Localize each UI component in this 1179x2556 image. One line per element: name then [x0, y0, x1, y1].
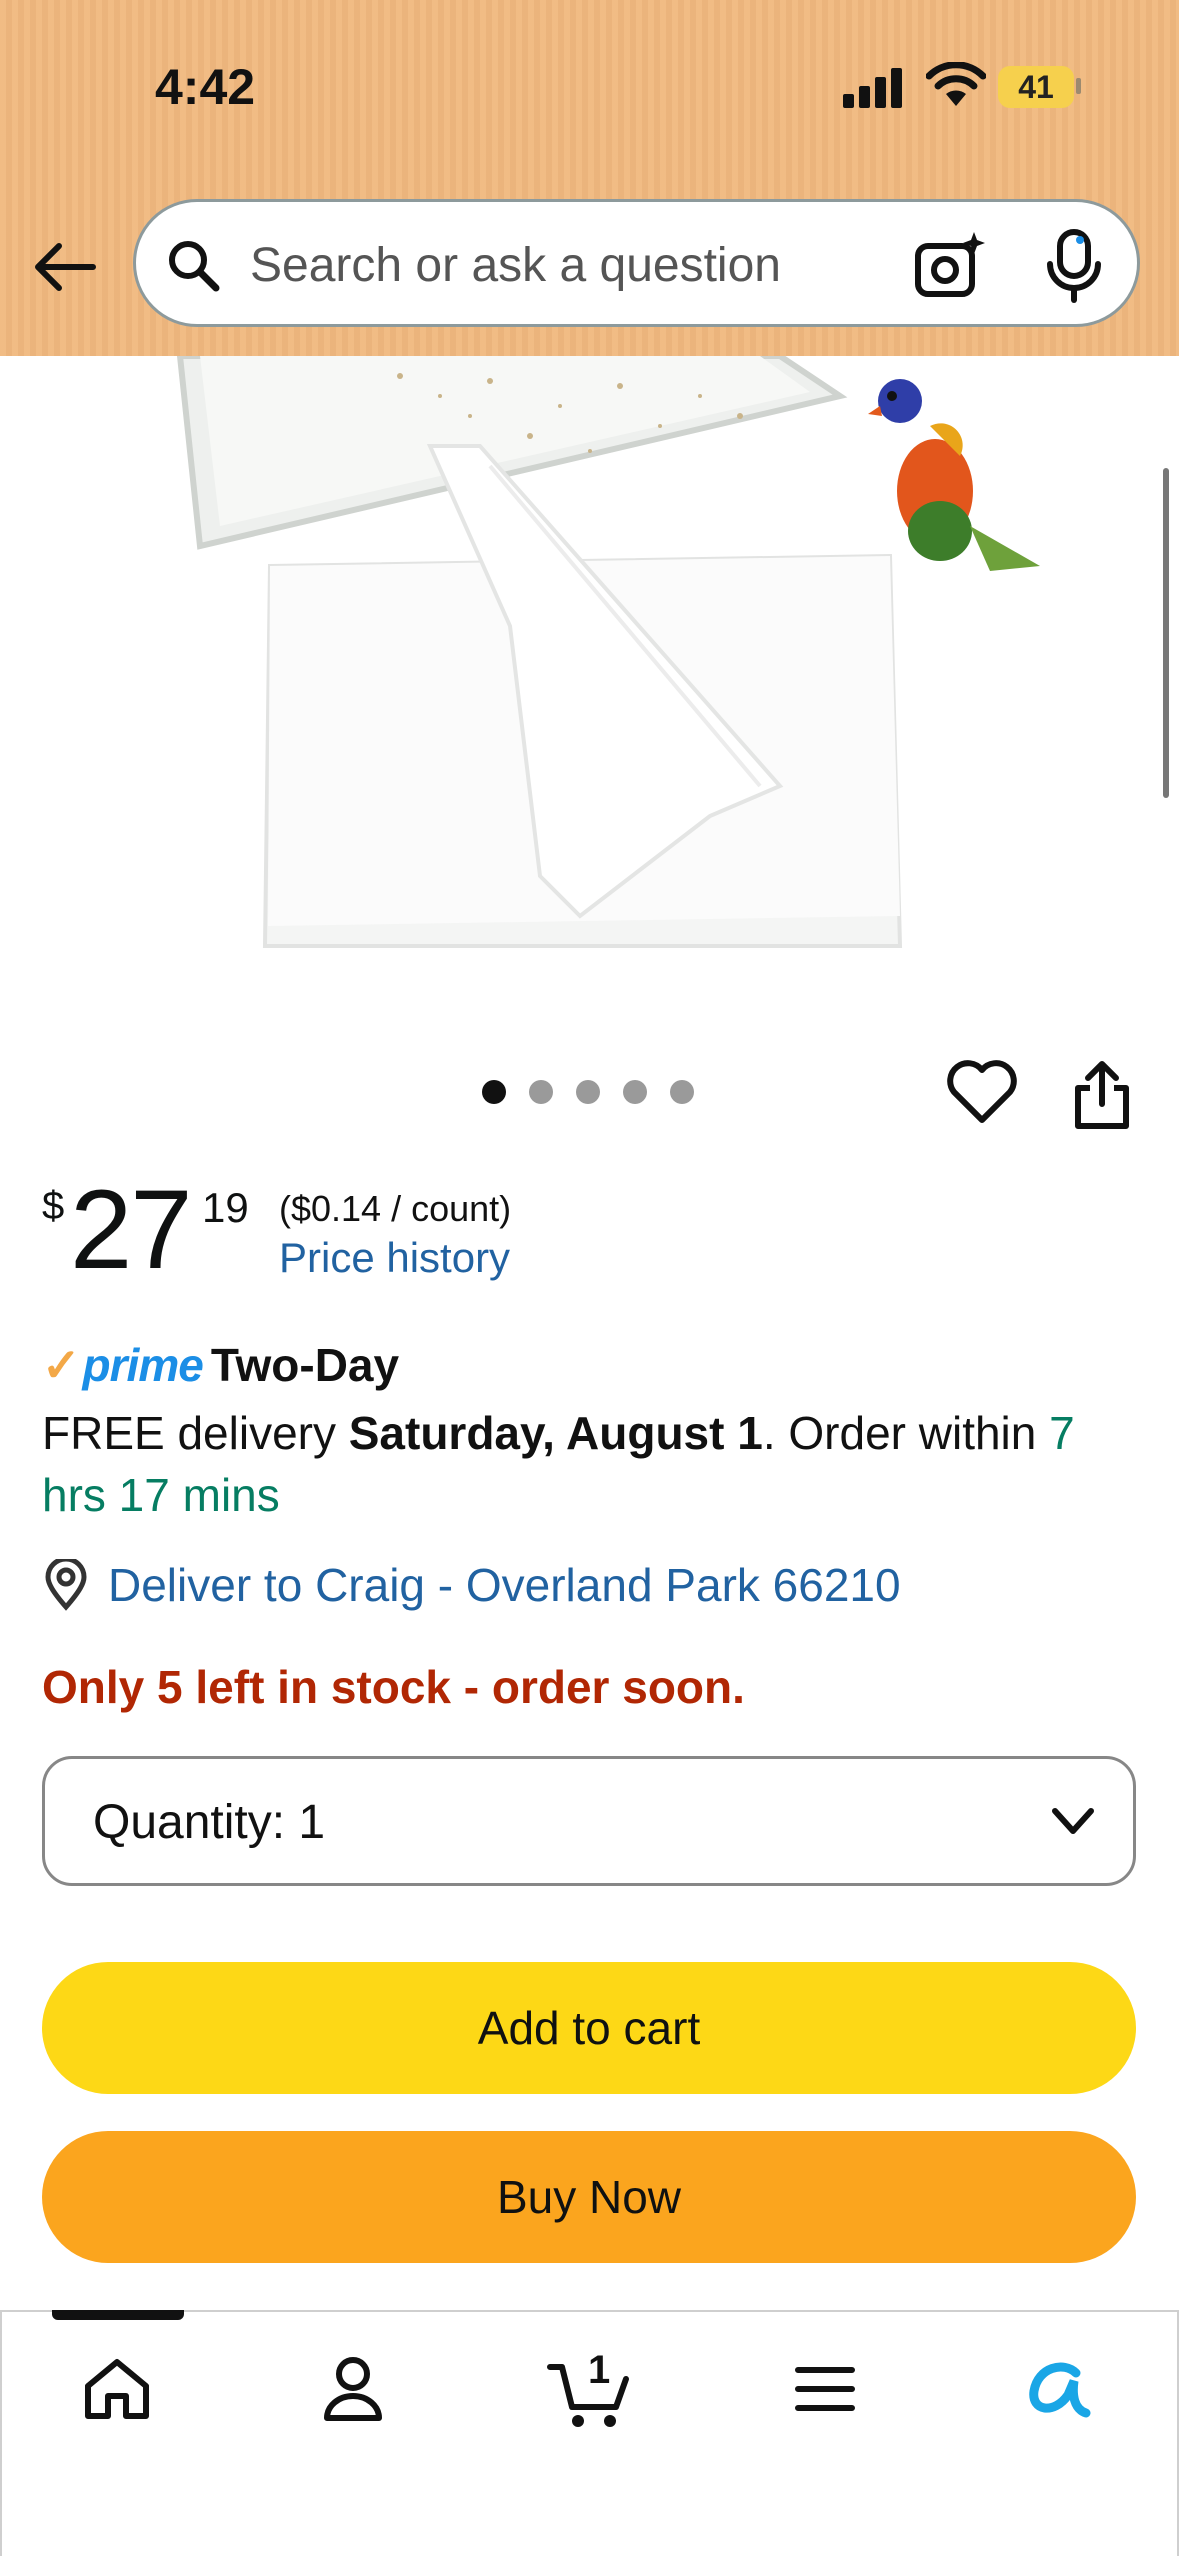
- quantity-label: Quantity: 1: [93, 1796, 326, 1849]
- deliver-to-location[interactable]: Deliver to Craig - Overland Park 66210: [42, 1558, 901, 1612]
- delivery-date: Saturday, August 1: [348, 1407, 763, 1459]
- scrollbar[interactable]: [1163, 468, 1169, 798]
- rufus-assistant-icon: [1029, 2362, 1091, 2418]
- stock-warning: Only 5 left in stock - order soon.: [42, 1661, 745, 1713]
- prime-delivery-speed: Two-Day: [210, 1339, 400, 1391]
- location-pin-icon: [45, 1559, 87, 1611]
- search-input[interactable]: [248, 226, 812, 304]
- cart-count-badge: 1: [588, 2348, 611, 2392]
- price-whole: 27: [70, 1167, 193, 1292]
- search-icon: [169, 241, 220, 292]
- cellular-signal-icon: [843, 66, 907, 108]
- hamburger-menu-icon: [795, 2367, 855, 2411]
- battery-indicator: 41: [998, 66, 1074, 108]
- delivery-prefix: FREE delivery: [42, 1407, 349, 1459]
- prime-check-icon: ✓: [42, 1339, 81, 1391]
- delivery-middle: . Order within: [762, 1407, 1050, 1459]
- prime-badge: ✓ prime Two-Day: [42, 1338, 399, 1392]
- carousel-dot[interactable]: [576, 1080, 600, 1104]
- location-text[interactable]: Deliver to Craig - Overland Park 66210: [108, 1558, 901, 1612]
- buy-now-button[interactable]: Buy Now: [42, 2131, 1136, 2263]
- image-carousel-dots[interactable]: [482, 1080, 694, 1104]
- price-currency: $: [42, 1184, 65, 1228]
- carousel-dot[interactable]: [529, 1080, 553, 1104]
- microphone-icon[interactable]: [1042, 228, 1106, 304]
- back-arrow-icon: [35, 243, 96, 291]
- carousel-dot[interactable]: [482, 1080, 506, 1104]
- nav-active-indicator: [52, 2310, 184, 2320]
- price-fraction: 19: [202, 1184, 249, 1231]
- nav-home[interactable]: [72, 2344, 162, 2434]
- camera-search-icon[interactable]: [914, 230, 986, 302]
- home-icon: [85, 2359, 149, 2419]
- prime-logo: prime: [82, 1339, 204, 1391]
- search-bar[interactable]: [133, 199, 1140, 327]
- add-to-cart-button[interactable]: Add to cart: [42, 1962, 1136, 2094]
- nav-account[interactable]: [308, 2344, 398, 2434]
- wifi-icon: [926, 62, 986, 106]
- nav-rufus[interactable]: [1014, 2344, 1104, 2434]
- nav-cart[interactable]: 1: [544, 2344, 634, 2434]
- status-time: 4:42: [155, 59, 256, 115]
- quantity-selector[interactable]: Quantity: 1: [42, 1756, 1136, 1886]
- share-icon[interactable]: [1070, 1060, 1134, 1132]
- battery-tip: [1076, 78, 1081, 94]
- back-button[interactable]: [28, 230, 102, 304]
- carousel-dot[interactable]: [670, 1080, 694, 1104]
- nav-menu[interactable]: [780, 2344, 870, 2434]
- product-image[interactable]: [140, 356, 1040, 966]
- delivery-message: FREE delivery Saturday, August 1. Order …: [42, 1402, 1142, 1526]
- unit-price: ($0.14 / count): [279, 1188, 512, 1229]
- carousel-dot[interactable]: [623, 1080, 647, 1104]
- chevron-down-icon: [1052, 1808, 1094, 1834]
- wishlist-heart-icon[interactable]: [946, 1058, 1018, 1126]
- person-icon: [324, 2357, 382, 2421]
- price-history-link[interactable]: Price history: [279, 1234, 510, 1282]
